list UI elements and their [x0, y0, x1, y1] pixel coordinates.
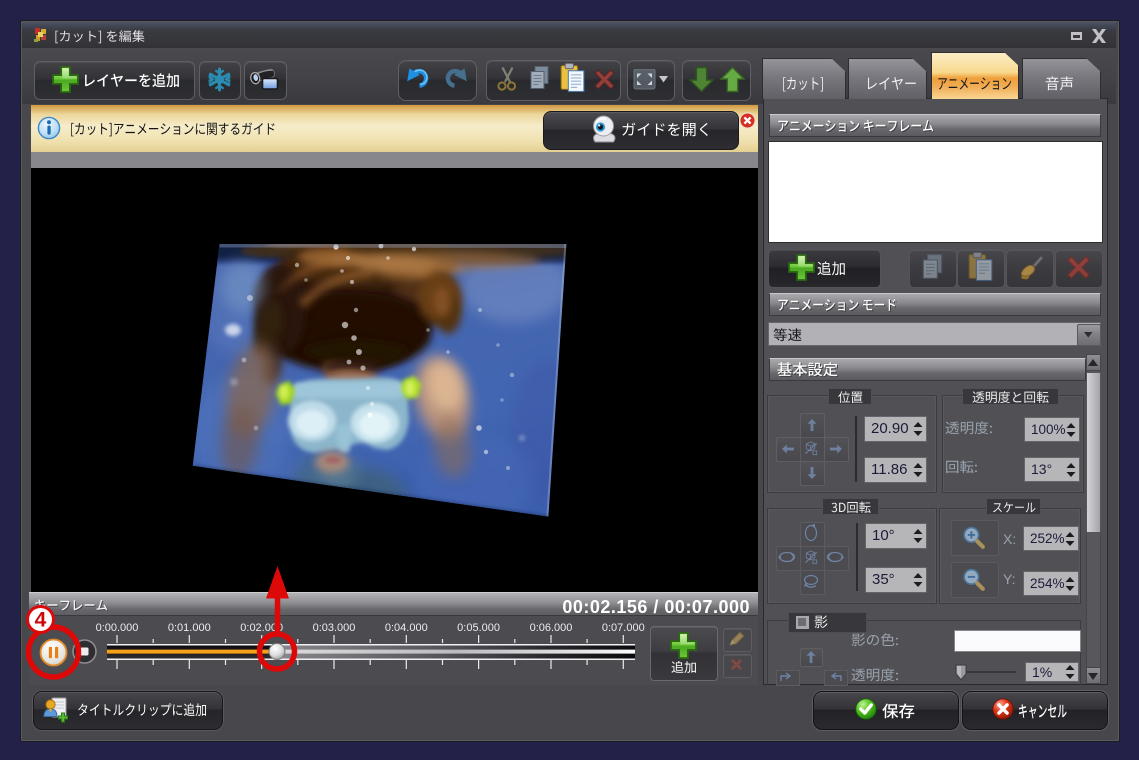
svg-text:4: 4: [35, 609, 47, 632]
